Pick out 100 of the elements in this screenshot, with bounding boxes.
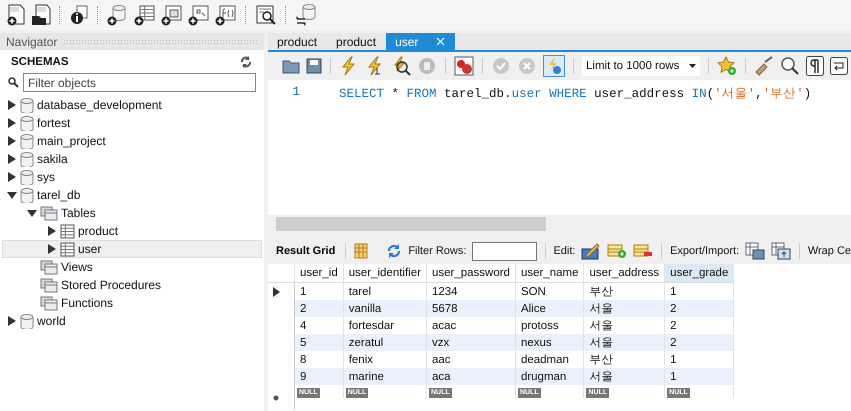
column-header[interactable]: user_name [515,264,584,282]
add-snippet-icon[interactable] [717,56,737,76]
column-header[interactable]: user_grade [664,264,734,282]
tree-item[interactable]: sys [2,168,262,186]
tree-arrow-icon[interactable] [7,190,17,200]
open-sql-file-icon[interactable] [31,4,51,26]
tree-item-label: Tables [61,206,96,220]
result-grid-button[interactable]: Result Grid [274,245,338,257]
close-icon[interactable] [436,37,446,46]
tree-item-label: Functions [61,296,114,310]
new-table-icon[interactable] [134,4,156,26]
inspector-icon[interactable] [255,4,277,26]
tree-item[interactable]: database_development [2,96,262,114]
tree-item[interactable]: Views [2,258,262,276]
current-row-icon [273,286,280,296]
grid-view-icon[interactable] [354,243,368,259]
filter-rows-field[interactable] [472,242,537,260]
column-header[interactable]: user_identifier [343,264,426,282]
table-cell: marine [343,368,426,385]
new-row-icon [273,394,279,400]
tree-item[interactable]: world [2,312,262,330]
new-view-icon[interactable] [161,4,183,26]
tree-arrow-icon[interactable] [27,208,37,218]
edit-label: Edit: [553,245,576,257]
table-cell: 5678 [426,300,516,317]
tree-arrow-icon[interactable] [47,226,57,236]
beautify-icon[interactable] [754,56,774,76]
table-cell: 서울 [584,368,665,385]
tree-arrow-icon[interactable] [7,100,17,110]
table-cell: zeratul [343,334,426,351]
tree-arrow-icon[interactable] [7,316,17,326]
editor-tab[interactable]: product [327,33,386,50]
tree-item[interactable]: Stored Procedures [2,276,262,294]
tree-item-label: product [78,224,118,238]
column-header[interactable]: user_id [294,264,344,282]
refresh-icon[interactable] [386,244,402,258]
new-function-icon[interactable] [215,4,237,26]
schema-icon [20,98,34,112]
export-icon[interactable] [745,242,766,260]
tree-item[interactable]: Tables [2,204,262,222]
tree-arrow-icon[interactable] [7,172,17,182]
schema-icon [20,314,34,328]
tree-item-label: main_project [37,134,106,148]
panel-title: Navigator [6,34,58,48]
tree-arrow-icon[interactable] [7,154,17,164]
row-limit-dropdown[interactable]: Limit to 1000 rows [582,56,700,76]
open-folder-icon[interactable] [282,58,300,74]
explain-icon[interactable] [391,56,411,76]
error-toggle-icon[interactable] [454,56,474,76]
tree-item-label: Views [61,260,93,274]
word-wrap-icon[interactable] [830,57,848,75]
tree-item[interactable]: product [2,222,262,240]
invisible-chars-icon[interactable] [806,56,824,76]
schema-icon [20,116,34,130]
export-import-label: Export/Import: [670,245,740,257]
tree-arrow-icon[interactable] [47,244,57,254]
import-icon[interactable] [771,242,792,260]
tree-arrow-icon[interactable] [7,136,17,146]
table-cell: 2 [294,300,344,317]
tree-item[interactable]: Functions [2,294,262,312]
find-icon[interactable] [780,56,800,76]
tree-item[interactable]: fortest [2,114,262,132]
autocommit-icon[interactable] [543,55,565,77]
edit-cell-icon[interactable] [581,242,602,260]
database-sync-icon[interactable] [295,4,317,26]
new-procedure-icon[interactable] [188,4,210,26]
table-cell: 5 [294,334,344,351]
section-heading: SCHEMAS [11,56,69,68]
tree-item-label: world [37,314,66,328]
column-header[interactable]: user_password [426,264,516,282]
table-icon [60,242,75,256]
editor-tab[interactable]: product [268,33,328,50]
schema-icon [20,152,34,166]
folder-icon [40,296,58,310]
editor-tab[interactable]: user [386,33,456,50]
schema-icon [20,188,34,202]
table-cell: 서울 [584,334,665,351]
info-icon[interactable] [69,4,89,26]
search-icon [8,77,19,88]
tree-item[interactable]: tarel_db [2,186,262,204]
add-row-icon[interactable] [607,243,628,259]
filter-field[interactable]: Filter objects [23,73,256,92]
refresh-icon[interactable] [240,56,252,68]
column-header[interactable]: user_address [584,264,665,282]
tree-item-label: fortest [37,116,70,130]
tree-item[interactable]: main_project [2,132,262,150]
delete-row-icon[interactable] [633,243,654,259]
new-sql-tab-icon[interactable] [6,4,26,26]
tree-item[interactable]: sakila [2,150,262,168]
table-cell: aca [426,368,516,385]
table-cell: 서울 [584,300,665,317]
save-icon[interactable] [306,58,322,74]
table-icon [60,224,75,238]
table-cell: drugman [515,368,584,385]
line-number: 1 [291,85,300,99]
tree-item[interactable]: user [2,240,262,258]
tree-arrow-icon[interactable] [7,118,17,128]
table-cell: 1 [664,368,734,385]
table-cell: vanilla [343,300,426,317]
tree-item-label: sys [37,170,55,184]
